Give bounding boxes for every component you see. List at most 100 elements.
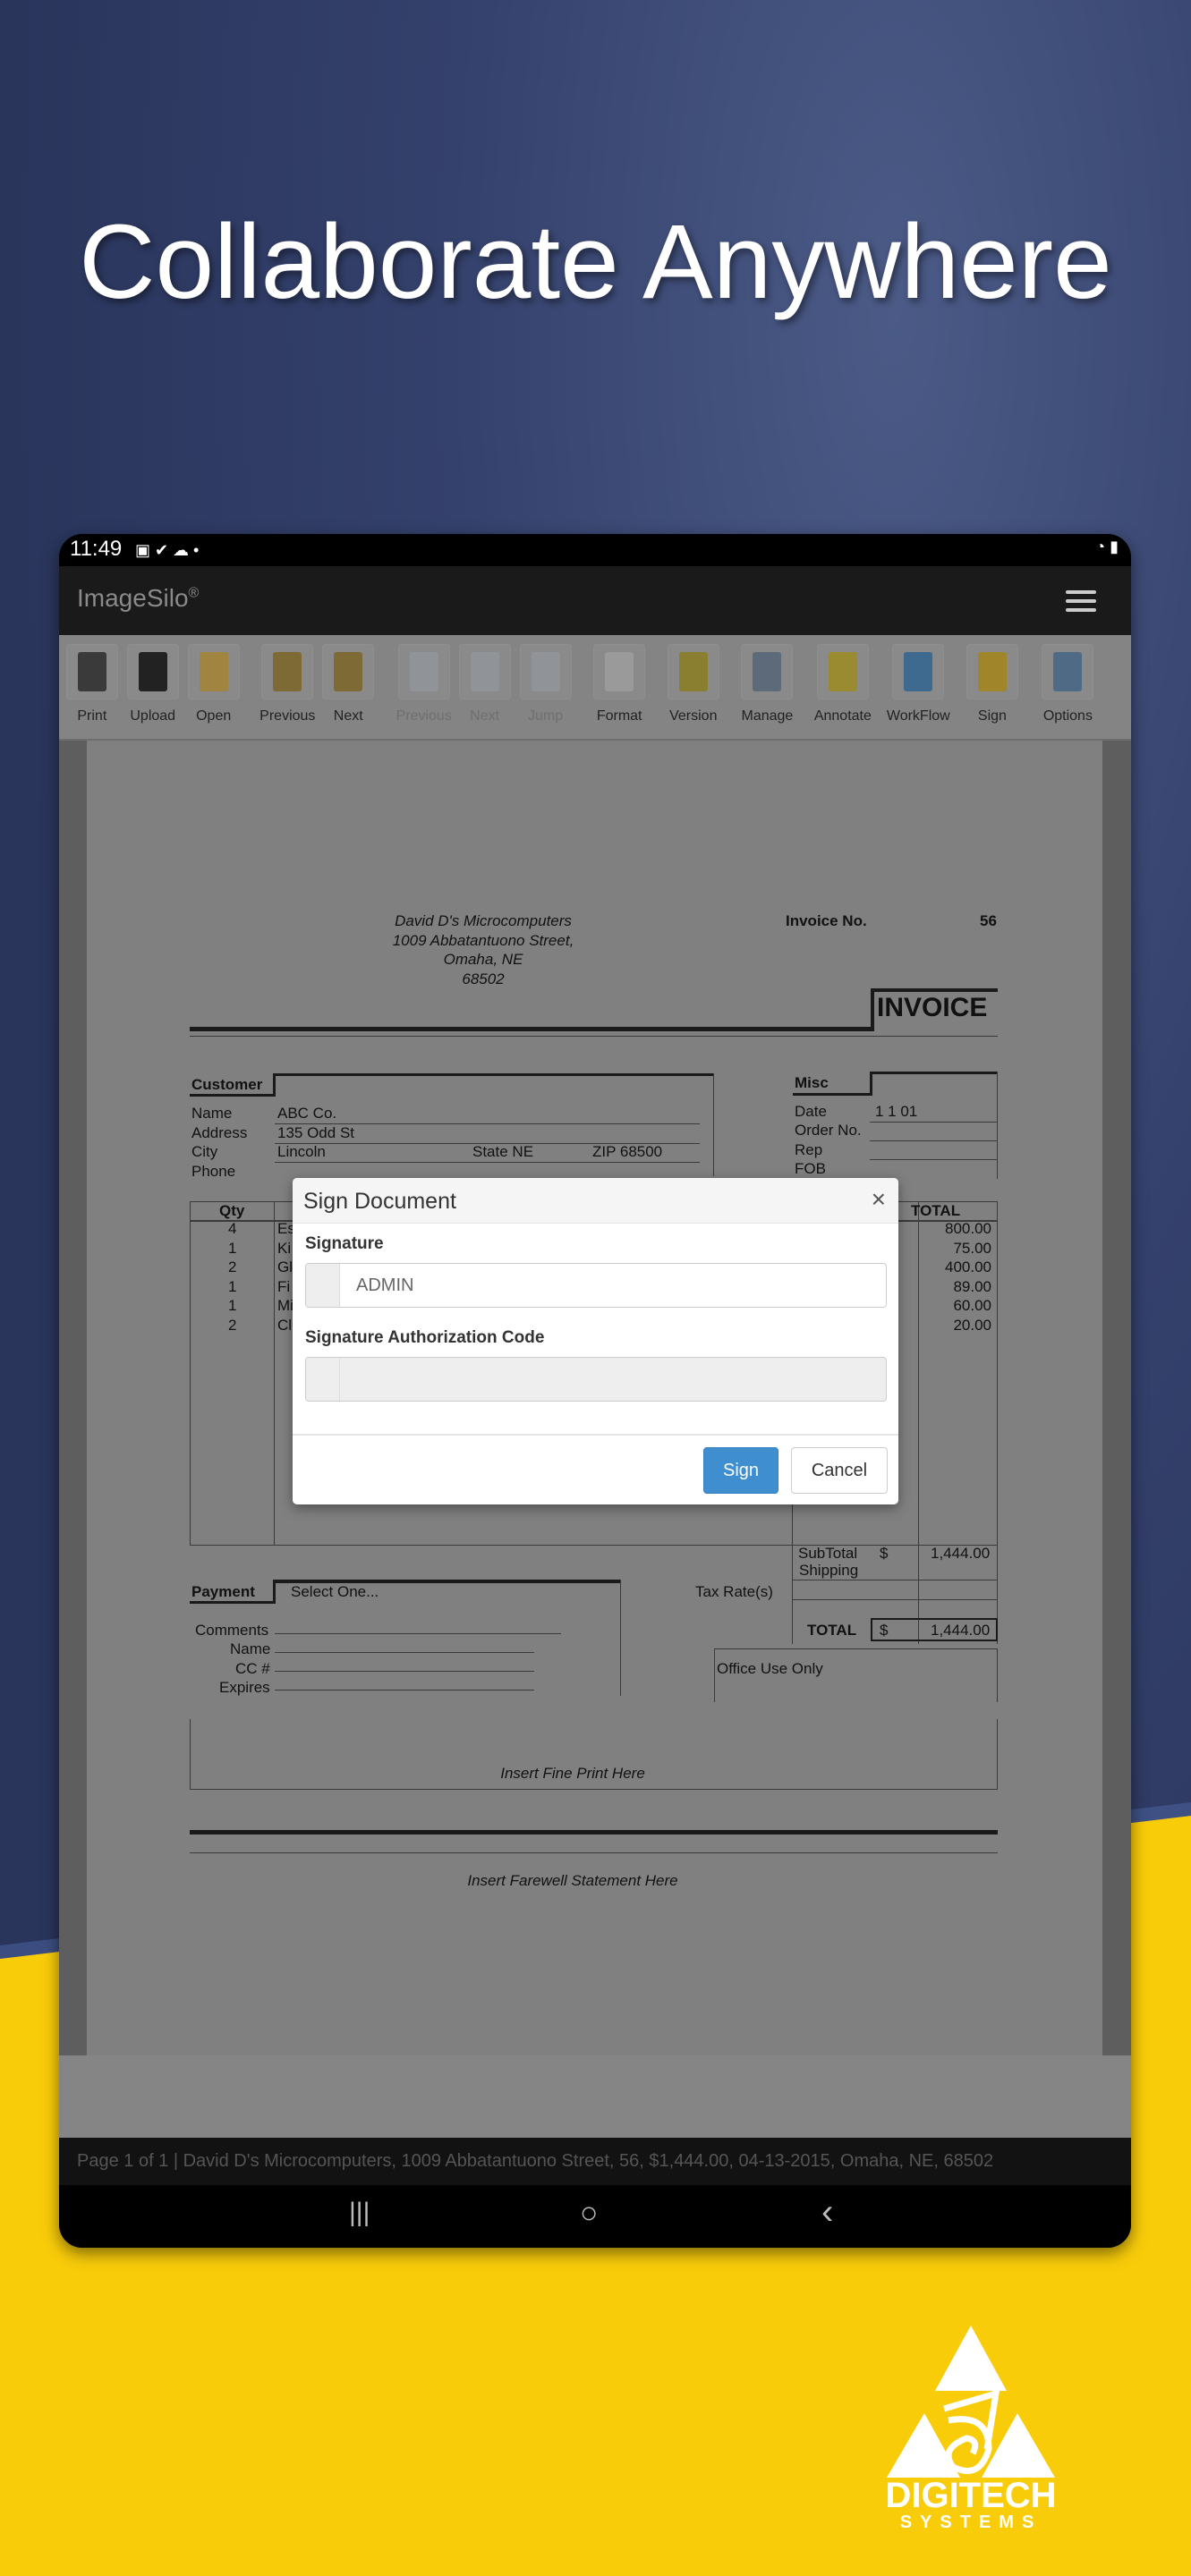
toolbar-button-upload[interactable]: Upload bbox=[123, 640, 183, 737]
toolbar-button-next[interactable]: Next bbox=[319, 640, 378, 737]
toolbar-button-sign[interactable]: Sign bbox=[963, 640, 1022, 737]
grand-total-value: 1,444.00 bbox=[931, 1622, 991, 1639]
toolbar-button-manage[interactable]: Manage bbox=[737, 640, 796, 737]
total-header: TOTAL bbox=[911, 1202, 961, 1219]
toolbar-button-next-page: Next bbox=[455, 640, 515, 737]
toolbar-button-workflow[interactable]: WorkFlow bbox=[887, 640, 950, 737]
cc-label: CC # bbox=[235, 1660, 270, 1677]
fine-print: Insert Fine Print Here bbox=[500, 1765, 645, 1782]
svg-text:DIGITECH: DIGITECH bbox=[885, 2476, 1056, 2515]
total-currency: $ bbox=[880, 1622, 889, 1639]
pencil-icon bbox=[977, 652, 1007, 691]
annotate-note-icon bbox=[828, 652, 857, 691]
company-name: David D's Microcomputers bbox=[395, 912, 572, 929]
row-qty: 1 bbox=[228, 1277, 237, 1295]
auth-code-label: Signature Authorization Code bbox=[305, 1328, 545, 1347]
sign-button[interactable]: Sign bbox=[703, 1447, 778, 1494]
dialog-header: Sign Document × bbox=[293, 1178, 898, 1224]
subtotal-label: SubTotal bbox=[798, 1545, 858, 1562]
toolbar-label: Manage bbox=[741, 708, 794, 724]
toolbar-label: Sign bbox=[977, 708, 1007, 724]
company-zip: 68502 bbox=[462, 970, 505, 987]
row-desc: Gl bbox=[277, 1258, 293, 1275]
toolbar-button-print[interactable]: Print bbox=[63, 640, 122, 737]
toolbar-button-previous-page: Previous bbox=[395, 640, 454, 737]
company-city: Omaha, NE bbox=[443, 951, 523, 968]
back-button[interactable]: ‹ bbox=[821, 2192, 833, 2233]
signature-input[interactable] bbox=[340, 1264, 886, 1307]
invoice-no: 56 bbox=[980, 912, 997, 929]
signature-addon bbox=[306, 1264, 340, 1307]
row-total: 400.00 bbox=[945, 1258, 991, 1275]
customer-state: State NE bbox=[472, 1143, 534, 1160]
expires-label: Expires bbox=[219, 1679, 270, 1696]
toolbar-label: Annotate bbox=[813, 708, 872, 724]
signature-field[interactable] bbox=[305, 1263, 887, 1308]
auth-code-addon bbox=[306, 1358, 340, 1401]
farewell-statement: Insert Farewell Statement Here bbox=[467, 1872, 678, 1889]
viewer-bottom bbox=[59, 2055, 1131, 2138]
sign-document-dialog: Sign Document × Signature Signature Auth… bbox=[293, 1178, 898, 1504]
payment-name-label: Name bbox=[230, 1640, 271, 1657]
auth-code-input[interactable] bbox=[340, 1358, 886, 1401]
android-nav-bar: ||| ○ ‹ bbox=[59, 2185, 1131, 2248]
rep-label: Rep bbox=[795, 1141, 823, 1158]
toolbar-label: Open bbox=[196, 708, 232, 724]
close-icon[interactable]: × bbox=[872, 1185, 886, 1214]
status-bar: 11:49 ▣ ✔ ☁ • ◔ ▮ bbox=[59, 534, 1131, 566]
folder-next-icon bbox=[334, 652, 363, 691]
row-qty: 1 bbox=[228, 1239, 237, 1257]
folder-previous-icon bbox=[273, 652, 302, 691]
auth-code-field[interactable] bbox=[305, 1357, 887, 1402]
customer-zip: ZIP 68500 bbox=[592, 1143, 663, 1160]
toolbar-button-annotate[interactable]: Annotate bbox=[813, 640, 872, 737]
customer-address: 135 Odd St bbox=[277, 1124, 355, 1141]
signature-label: Signature bbox=[305, 1234, 384, 1253]
home-button[interactable]: ○ bbox=[580, 2196, 599, 2231]
status-time: 11:49 bbox=[70, 537, 123, 561]
toolbar-label: WorkFlow bbox=[886, 708, 950, 724]
toolbar-button-jump-page: Jump bbox=[516, 640, 575, 737]
fob-label: FOB bbox=[795, 1160, 826, 1177]
customer-name: ABC Co. bbox=[277, 1105, 337, 1122]
toolbar: Print Upload Open Previous Next Previous Next J… bbox=[59, 635, 1131, 741]
floppy-disk-icon bbox=[138, 652, 167, 691]
row-total: 89.00 bbox=[953, 1277, 991, 1295]
format-wrench-icon bbox=[605, 652, 634, 691]
city-label: City bbox=[191, 1143, 218, 1160]
customer-city: Lincoln bbox=[277, 1143, 326, 1160]
cancel-button[interactable]: Cancel bbox=[791, 1447, 888, 1494]
row-desc: Fi bbox=[277, 1277, 291, 1295]
toolbar-button-open[interactable]: Open bbox=[184, 640, 243, 737]
app-brand: ImageSilo® bbox=[77, 584, 200, 612]
toolbar-button-options[interactable]: Options bbox=[1038, 640, 1097, 737]
toolbar-label: Version bbox=[669, 708, 718, 724]
toolbar-label: Jump bbox=[527, 708, 564, 724]
invoice-title: INVOICE bbox=[877, 993, 988, 1022]
tax-label: Tax Rate(s) bbox=[695, 1583, 773, 1600]
page-previous-icon bbox=[409, 652, 438, 691]
row-desc: Ki bbox=[277, 1239, 292, 1257]
payment-value: Select One... bbox=[291, 1583, 379, 1600]
toolbar-button-format[interactable]: Format bbox=[590, 640, 649, 737]
row-total: 20.00 bbox=[953, 1316, 991, 1334]
customer-label: Customer bbox=[191, 1076, 263, 1093]
toolbar-label: Options bbox=[1042, 708, 1093, 724]
payment-label: Payment bbox=[191, 1583, 255, 1600]
manage-gear-icon bbox=[753, 652, 782, 691]
row-qty: 1 bbox=[228, 1297, 237, 1314]
toolbar-button-version[interactable]: Version bbox=[664, 640, 723, 737]
date-label: Date bbox=[795, 1103, 827, 1120]
toolbar-button-previous[interactable]: Previous bbox=[258, 640, 317, 737]
order-label: Order No. bbox=[795, 1122, 862, 1139]
folder-open-icon bbox=[199, 652, 228, 691]
row-total: 60.00 bbox=[953, 1297, 991, 1314]
digitech-triangle-icon: DIGITECH SYSTEMS bbox=[885, 2326, 1057, 2532]
comments-label: Comments bbox=[195, 1622, 269, 1639]
page-next-icon bbox=[470, 652, 499, 691]
clipboard-options-icon bbox=[1053, 652, 1083, 691]
hamburger-menu-button[interactable] bbox=[1059, 584, 1102, 618]
recents-button[interactable]: ||| bbox=[349, 2198, 370, 2228]
company-street: 1009 Abbatantuono Street, bbox=[392, 932, 574, 949]
row-qty: 2 bbox=[228, 1258, 237, 1275]
